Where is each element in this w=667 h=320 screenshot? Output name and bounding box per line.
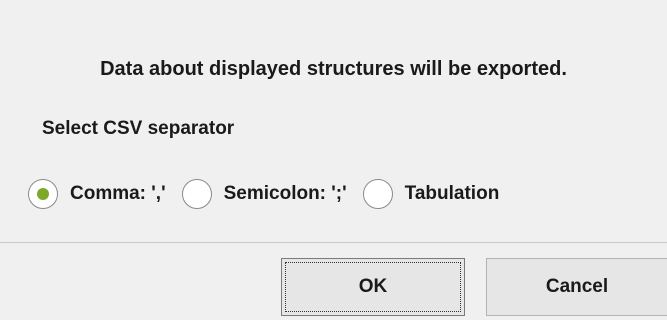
radio-button-semicolon[interactable] xyxy=(181,179,212,209)
radio-label-semicolon: Semicolon: ';' xyxy=(223,183,347,204)
export-csv-dialog: Data about displayed structures will be … xyxy=(0,0,667,320)
cancel-button-label: Cancel xyxy=(545,276,609,297)
info-message: Data about displayed structures will be … xyxy=(100,58,567,80)
ok-button[interactable]: OK xyxy=(281,258,465,316)
radio-label-tabulation: Tabulation xyxy=(404,183,500,204)
button-bar-divider xyxy=(0,242,667,243)
radio-button-comma[interactable] xyxy=(28,179,58,209)
dialog-content: Data about displayed structures will be … xyxy=(0,0,667,240)
radio-option-tabulation[interactable]: Tabulation xyxy=(362,179,500,209)
cancel-button[interactable]: Cancel xyxy=(486,258,667,316)
radio-button-tabulation[interactable] xyxy=(362,179,393,209)
radio-option-comma[interactable]: Comma: ',' xyxy=(28,179,166,209)
radio-option-semicolon[interactable]: Semicolon: ';' xyxy=(181,179,347,209)
radio-label-comma: Comma: ',' xyxy=(70,183,166,204)
separator-prompt: Select CSV separator xyxy=(42,118,235,139)
separator-radio-group: Comma: ',' Semicolon: ';' Tabulation xyxy=(28,172,515,216)
ok-button-label: OK xyxy=(358,276,388,297)
